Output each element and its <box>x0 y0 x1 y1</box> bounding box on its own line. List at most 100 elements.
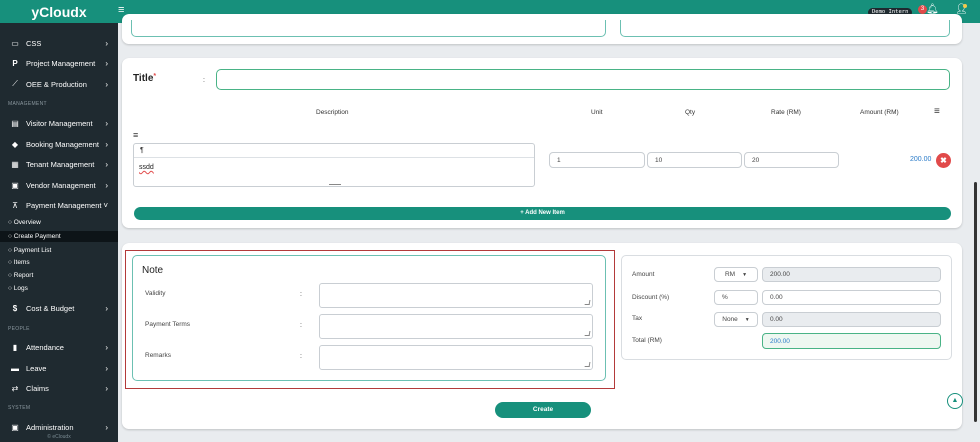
unit-input[interactable]: 1 <box>549 152 645 168</box>
chevron-right-icon: › <box>105 180 108 190</box>
brand-logo[interactable]: yCloudx <box>0 0 118 23</box>
chevron-right-icon: › <box>105 159 108 169</box>
row-drag-handle-icon[interactable]: ≡ <box>133 130 138 140</box>
sidebar-item-label: Booking Management <box>26 139 99 149</box>
amount-value: 200.00 <box>762 267 941 282</box>
previous-section-card <box>122 14 962 44</box>
title-input[interactable] <box>216 69 950 90</box>
validity-colon: : <box>300 291 302 298</box>
sidebar-item-label: Visitor Management <box>26 118 93 128</box>
copyright: © eCloudx <box>47 434 71 440</box>
discount-unit: % <box>714 290 758 305</box>
dollar-icon: $ <box>12 303 18 313</box>
previous-field-right[interactable] <box>620 20 950 37</box>
sub-item-report[interactable]: ○ Report <box>8 270 33 281</box>
sidebar-item-label: Cost & Budget <box>26 303 75 313</box>
sidebar-item-leave[interactable]: ▬ Leave › <box>0 358 118 378</box>
sub-item-overview[interactable]: ○ Overview <box>8 217 41 228</box>
rate-input[interactable]: 20 <box>744 152 839 168</box>
sidebar-item-label: OEE & Production <box>26 79 87 89</box>
chevron-right-icon: › <box>105 118 108 128</box>
paragraph-icon[interactable]: ¶ <box>134 144 534 158</box>
id-card-icon: ▤ <box>11 118 19 128</box>
sub-item-payment-list[interactable]: ○ Payment List <box>8 245 51 256</box>
chevron-down-icon: ▼ <box>742 271 748 278</box>
previous-field-left[interactable] <box>131 20 606 37</box>
remarks-label: Remarks <box>145 352 172 359</box>
chevron-right-icon: › <box>105 383 108 393</box>
sidebar-item-oee-production[interactable]: ⟋ OEE & Production › <box>0 74 118 94</box>
discount-input[interactable]: 0.00 <box>762 290 941 305</box>
scrollbar[interactable] <box>974 182 977 422</box>
sidebar-item-project-management[interactable]: P Project Management › <box>0 53 118 73</box>
clipboard-icon: ▮ <box>12 342 18 352</box>
sidebar-item-label: Project Management <box>26 58 96 68</box>
vendor-card-icon: ▣ <box>11 180 19 190</box>
col-header-qty: Qty <box>685 109 696 116</box>
validity-textarea[interactable] <box>319 283 593 308</box>
tax-label: Tax <box>632 315 643 322</box>
description-text[interactable]: ssdd <box>134 158 534 171</box>
editor-resize-handle[interactable] <box>329 184 341 185</box>
tag-icon: ◆ <box>11 139 19 149</box>
title-colon: : <box>203 77 205 84</box>
chevron-down-icon: ▼ <box>744 316 750 323</box>
add-new-item-button[interactable]: + Add New Item <box>134 207 951 220</box>
title-label: Title* <box>133 73 157 84</box>
chevron-right-icon: › <box>105 363 108 373</box>
payment-terms-label: Payment Terms <box>145 321 191 328</box>
sidebar-item-label: Claims <box>26 383 49 393</box>
currency-select[interactable]: RM ▼ <box>714 267 758 282</box>
col-header-amount: Amount (RM) <box>860 109 899 116</box>
sidebar-item-label: CSS <box>26 38 42 48</box>
chevron-right-icon: › <box>105 139 108 149</box>
sidebar-item-label: Payment Management <box>26 200 102 210</box>
sidebar-item-visitor-management[interactable]: ▤ Visitor Management › <box>0 113 118 133</box>
remarks-textarea[interactable] <box>319 345 593 370</box>
sidebar-item-label: Vendor Management <box>26 180 96 190</box>
sidebar: yCloudx ▭ CSS › P Project Management › ⟋… <box>0 0 118 442</box>
tax-value: 0.00 <box>762 312 941 327</box>
hamburger-menu-icon[interactable]: ≡ <box>118 4 124 16</box>
chevron-down-icon: ˅ <box>103 200 108 210</box>
description-editor[interactable]: ¶ ssdd <box>133 143 535 187</box>
note-title: Note <box>142 265 164 276</box>
chevron-right-icon: › <box>105 342 108 352</box>
qty-input[interactable]: 10 <box>647 152 742 168</box>
sidebar-item-booking-management[interactable]: ◆ Booking Management › <box>0 134 118 154</box>
section-management: MANAGEMENT <box>8 101 47 107</box>
amount-label: Amount <box>632 271 655 278</box>
building-icon: ▦ <box>11 159 19 169</box>
remarks-colon: : <box>300 353 302 360</box>
chevron-right-icon: › <box>105 422 108 432</box>
sidebar-item-label: Attendance <box>26 342 64 352</box>
remove-row-icon[interactable]: ✖ <box>936 153 951 168</box>
chart-line-icon: ⟋ <box>12 79 18 88</box>
sidebar-item-payment-management[interactable]: ⊼ Payment Management ˅ <box>0 195 118 215</box>
sidebar-item-tenant-management[interactable]: ▦ Tenant Management › <box>0 154 118 174</box>
column-menu-icon[interactable]: ≡ <box>934 106 940 117</box>
sidebar-item-vendor-management[interactable]: ▣ Vendor Management › <box>0 175 118 195</box>
bed-icon: ▬ <box>11 363 19 373</box>
sidebar-item-attendance[interactable]: ▮ Attendance › <box>0 337 118 357</box>
payment-terms-textarea[interactable] <box>319 314 593 339</box>
sub-item-create-payment[interactable]: ○ Create Payment <box>0 231 118 242</box>
cart-icon: ⊼ <box>12 200 18 210</box>
scroll-to-top-icon[interactable]: ▲ <box>947 393 963 409</box>
sidebar-item-claims[interactable]: ⇄ Claims › <box>0 378 118 398</box>
sidebar-item-cost-budget[interactable]: $ Cost & Budget › <box>0 298 118 318</box>
sidebar-item-css[interactable]: ▭ CSS › <box>0 33 118 53</box>
col-header-description: Description <box>316 109 349 116</box>
create-button[interactable]: Create <box>495 402 591 418</box>
sidebar-item-label: Administration <box>26 422 74 432</box>
exchange-icon: ⇄ <box>11 383 19 393</box>
tax-select[interactable]: None ▼ <box>714 312 758 327</box>
sub-item-items[interactable]: ○ Items <box>8 257 30 268</box>
total-label: Total (RM) <box>632 337 662 344</box>
admin-icon: ▣ <box>11 422 19 432</box>
sub-item-logs[interactable]: ○ Logs <box>8 283 28 294</box>
col-header-unit: Unit <box>591 109 603 116</box>
total-value: 200.00 <box>762 333 941 349</box>
chevron-right-icon: › <box>105 79 108 89</box>
validity-label: Validity <box>145 290 166 297</box>
